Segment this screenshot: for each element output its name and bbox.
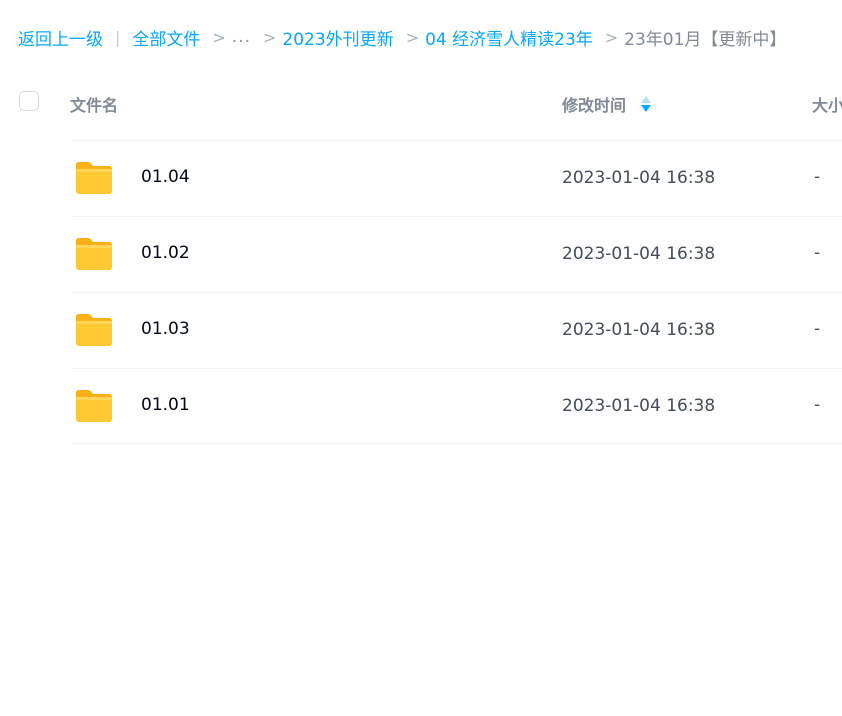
file-modified-time: 2023-01-04 16:38 bbox=[562, 244, 716, 264]
column-header-modified[interactable]: 修改时间 bbox=[562, 92, 652, 116]
breadcrumb-ellipsis[interactable]: ... bbox=[232, 27, 251, 47]
breadcrumb: 返回上一级 | 全部文件 > ... > 2023外刊更新 > 04 经济雪人精… bbox=[18, 24, 786, 50]
breadcrumb-item-economist-reading[interactable]: 04 经济雪人精读23年 bbox=[425, 25, 593, 50]
file-modified-time: 2023-01-04 16:38 bbox=[562, 320, 716, 340]
column-header-name[interactable]: 文件名 bbox=[70, 92, 118, 116]
file-modified-time: 2023-01-04 16:38 bbox=[562, 168, 716, 188]
file-size: - bbox=[814, 167, 821, 187]
breadcrumb-separator: > bbox=[604, 27, 619, 47]
folder-icon bbox=[76, 238, 112, 270]
breadcrumb-separator: > bbox=[212, 27, 226, 47]
file-size: - bbox=[814, 319, 821, 339]
table-row[interactable]: 01.02 2023-01-04 16:38 - bbox=[0, 216, 842, 292]
breadcrumb-separator: > bbox=[263, 27, 277, 47]
back-up-link[interactable]: 返回上一级 bbox=[18, 25, 103, 50]
breadcrumb-current: 23年01月【更新中】 bbox=[624, 29, 787, 50]
breadcrumb-all-files[interactable]: 全部文件 bbox=[132, 25, 200, 50]
sort-descending-icon[interactable] bbox=[640, 95, 652, 113]
table-row[interactable]: 01.03 2023-01-04 16:38 - bbox=[0, 292, 842, 368]
file-name[interactable]: 01.03 bbox=[141, 319, 190, 339]
table-header: 文件名 修改时间 大小 bbox=[0, 84, 842, 122]
breadcrumb-divider: | bbox=[115, 27, 121, 47]
column-header-modified-label: 修改时间 bbox=[562, 96, 627, 115]
file-size: - bbox=[814, 395, 821, 415]
table-row[interactable]: 01.01 2023-01-04 16:38 - bbox=[0, 368, 842, 444]
file-name[interactable]: 01.04 bbox=[141, 167, 190, 187]
file-browser-page: 返回上一级 | 全部文件 > ... > 2023外刊更新 > 04 经济雪人精… bbox=[0, 0, 842, 716]
file-size: - bbox=[814, 243, 821, 263]
file-name[interactable]: 01.02 bbox=[141, 243, 190, 263]
folder-icon bbox=[76, 390, 112, 422]
breadcrumb-item-2023-updates[interactable]: 2023外刊更新 bbox=[282, 25, 393, 50]
folder-icon bbox=[76, 314, 112, 346]
column-header-size[interactable]: 大小 bbox=[812, 92, 842, 116]
file-name[interactable]: 01.01 bbox=[141, 395, 190, 415]
breadcrumb-separator: > bbox=[405, 27, 420, 47]
file-list: 01.04 2023-01-04 16:38 - 01.02 2023-01-0… bbox=[0, 140, 842, 444]
table-row[interactable]: 01.04 2023-01-04 16:38 - bbox=[0, 140, 842, 216]
file-modified-time: 2023-01-04 16:38 bbox=[562, 396, 716, 416]
select-all-checkbox[interactable] bbox=[19, 91, 39, 111]
folder-icon bbox=[76, 162, 112, 194]
